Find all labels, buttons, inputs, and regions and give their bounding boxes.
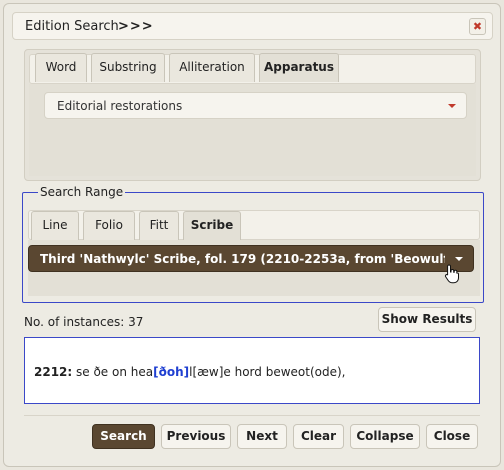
collapse-button[interactable]: Collapse	[350, 424, 420, 449]
apparatus-dropdown[interactable]: Editorial restorations	[44, 92, 467, 119]
next-button[interactable]: Next	[237, 424, 287, 449]
hand-cursor-icon	[444, 264, 459, 284]
tab-alliteration[interactable]: Alliteration	[169, 53, 255, 82]
result-text-highlight: [ðoh]	[153, 365, 190, 379]
tab-fitt[interactable]: Fitt	[139, 211, 179, 240]
results-panel: 2212: se ðe on hea[ðoh]l[æw]e hord beweo…	[24, 337, 480, 404]
dialog-title: Edition Search	[25, 19, 119, 34]
search-type-panel: Word Substring Alliteration Apparatus Ed…	[24, 49, 481, 181]
title-bar[interactable]: Edition Search >>> ✖	[12, 12, 493, 40]
apparatus-tab-content: Editorial restorations	[29, 84, 476, 176]
show-results-button[interactable]: Show Results	[378, 307, 476, 332]
previous-button[interactable]: Previous	[161, 424, 231, 449]
search-range-legend: Search Range	[38, 185, 126, 199]
scribe-dropdown[interactable]: Third 'Nathwylc' Scribe, fol. 179 (2210-…	[28, 245, 474, 272]
tab-word[interactable]: Word	[35, 53, 87, 82]
scribe-tab-content: Third 'Nathwylc' Scribe, fol. 179 (2210-…	[28, 240, 480, 296]
close-icon[interactable]: ✖	[469, 18, 486, 35]
result-line-number: 2212:	[34, 365, 73, 379]
scribe-dropdown-value: Third 'Nathwylc' Scribe, fol. 179 (2210-…	[40, 252, 445, 266]
close-button[interactable]: Close	[426, 424, 478, 449]
edition-search-dialog: Edition Search >>> ✖ Word Substring Alli…	[3, 3, 501, 467]
chevron-down-icon	[448, 104, 456, 108]
tab-substring[interactable]: Substring	[91, 53, 165, 82]
tab-scribe[interactable]: Scribe	[183, 211, 241, 240]
tab-line[interactable]: Line	[31, 211, 79, 240]
instances-count: No. of instances: 37	[24, 315, 144, 329]
expand-arrows[interactable]: >>>	[118, 19, 154, 34]
clear-button[interactable]: Clear	[293, 424, 344, 449]
tab-apparatus[interactable]: Apparatus	[259, 53, 339, 82]
apparatus-dropdown-value: Editorial restorations	[57, 99, 183, 113]
result-text-post: l[æw]e hord beweot(ode),	[189, 365, 346, 379]
result-line[interactable]: 2212: se ðe on hea[ðoh]l[æw]e hord beweo…	[34, 365, 345, 379]
search-button[interactable]: Search	[92, 424, 155, 449]
tab-folio[interactable]: Folio	[83, 211, 135, 240]
footer-divider	[24, 415, 480, 416]
chevron-down-icon	[455, 257, 463, 261]
result-text-pre: se ðe on hea	[72, 365, 154, 379]
search-range-fieldset: Search Range Line Folio Fitt Scribe Thir…	[22, 185, 484, 303]
